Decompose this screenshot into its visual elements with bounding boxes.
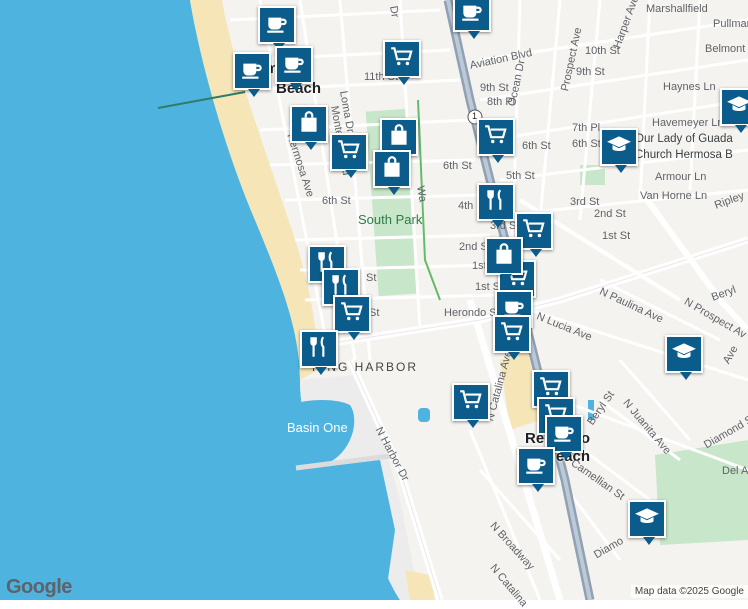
school-icon [671, 339, 697, 370]
street-fragment-wa: Wa [414, 184, 429, 203]
bag-icon [386, 122, 412, 153]
coffee-icon [523, 451, 549, 482]
poi-marker-coffee[interactable] [233, 52, 271, 97]
cart-icon [389, 44, 415, 75]
poi-marker-coffee[interactable] [453, 0, 491, 39]
street-armour: Armour Ln [655, 171, 707, 183]
cart-icon [483, 122, 509, 153]
poi-marker-coffee[interactable] [258, 6, 296, 51]
coffee-icon [551, 419, 577, 450]
poi-marker-school[interactable] [665, 335, 703, 380]
coffee-icon [459, 0, 485, 29]
street-2nd-w: 2nd S [459, 241, 488, 253]
street-5th: 5th St [506, 170, 535, 182]
poi-marker-bag[interactable] [485, 237, 523, 282]
street-van-horne: Van Horne Ln [640, 190, 708, 202]
poi-marker-coffee[interactable] [517, 447, 555, 492]
cart-icon [336, 137, 362, 168]
street-6th-e: 6th St [572, 138, 601, 150]
poi-marker-bag[interactable] [290, 105, 328, 150]
street-del-a: Del A [722, 465, 748, 477]
basin-one-label: Basin One [287, 420, 348, 435]
street-8th-pl: 8th Pl [487, 96, 516, 108]
map-attribution[interactable]: Map data ©2025 Google [630, 585, 748, 598]
poi-marker-restaurant[interactable] [477, 183, 515, 228]
street-6th-m: 6th St [443, 160, 472, 172]
street-herondo: Herondo St [444, 307, 500, 319]
cart-icon [521, 216, 547, 247]
poi-marker-cart[interactable] [493, 315, 531, 360]
poi-marker-cart[interactable] [330, 133, 368, 178]
street-fragment-dr: Dr [387, 4, 401, 19]
cart-icon [458, 387, 484, 418]
google-logo: Google [6, 576, 72, 598]
coffee-icon [239, 56, 265, 87]
poi-marker-school[interactable] [720, 88, 748, 133]
church-label-2: Church Hermosa B [635, 149, 733, 161]
coffee-icon [264, 10, 290, 41]
poi-marker-cart[interactable] [452, 383, 490, 428]
street-6th-m2: 6th St [522, 140, 551, 152]
school-icon [606, 132, 632, 163]
restaurant-icon [483, 187, 509, 218]
street-haynes: Haynes Ln [663, 81, 716, 93]
bag-icon [379, 154, 405, 185]
poi-marker-school[interactable] [600, 128, 638, 173]
street-9th: 9th St [480, 82, 509, 94]
cart-icon [499, 319, 525, 350]
poi-marker-coffee[interactable] [275, 46, 313, 91]
poi-marker-cart[interactable] [477, 118, 515, 163]
street-1st-e: 1st St [602, 230, 631, 242]
bag-icon [491, 241, 517, 272]
restaurant-icon [306, 334, 332, 365]
school-icon [726, 92, 748, 123]
street-fragment-st-1: St [366, 272, 377, 284]
street-pullman: Pullman [713, 18, 748, 30]
street-6th-w: 6th St [322, 195, 351, 207]
poi-marker-restaurant[interactable] [300, 330, 338, 375]
poi-marker-school[interactable] [628, 500, 666, 545]
street-2nd-e: 2nd St [594, 208, 626, 220]
poi-marker-cart[interactable] [383, 40, 421, 85]
street-7th-pl: 7th Pl [572, 122, 601, 134]
poi-marker-cart[interactable] [333, 295, 371, 340]
poi-marker-bag[interactable] [373, 150, 411, 195]
bag-icon [296, 109, 322, 140]
cart-icon [339, 299, 365, 330]
south-park-label: South Park [358, 212, 423, 227]
street-9th-e: 9th St [576, 66, 605, 78]
school-icon [634, 504, 660, 535]
street-marshallfield: Marshallfield [646, 3, 708, 15]
street-belmont: Belmont [705, 43, 746, 55]
church-label-1: Our Lady of Guada [635, 133, 733, 145]
coffee-icon [281, 50, 307, 81]
street-3rd-e: 3rd St [570, 196, 600, 208]
street-10th: 10th St [585, 45, 620, 57]
street-havemeyer: Havemeyer Ln [652, 117, 724, 129]
